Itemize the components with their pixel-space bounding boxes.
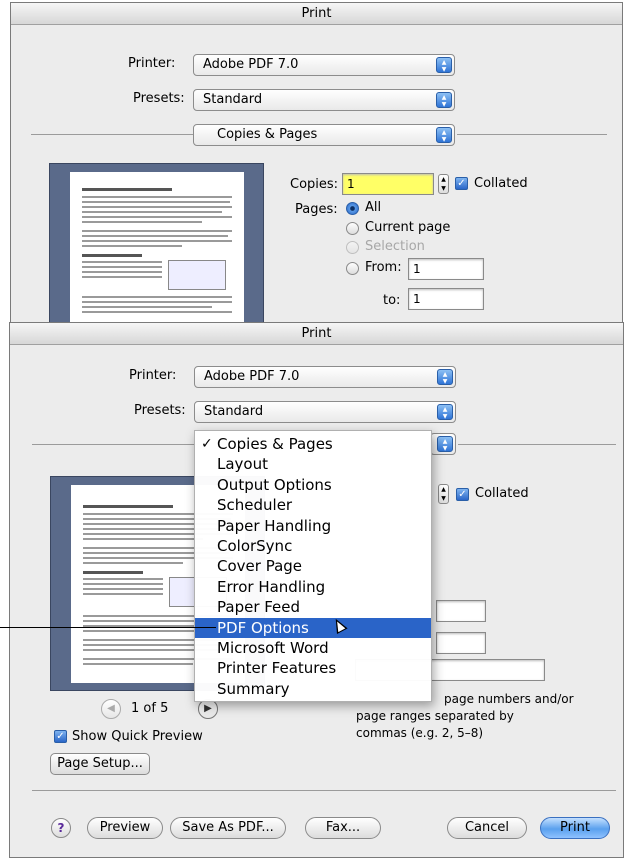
separator-right xyxy=(458,444,616,445)
show-quick-preview-label: Show Quick Preview xyxy=(72,729,203,744)
from-field[interactable] xyxy=(436,600,486,622)
save-as-pdf-button[interactable]: Save As PDF... xyxy=(170,817,286,839)
menu-item-label: Copies & Pages xyxy=(217,435,333,453)
preview-heading xyxy=(83,505,173,508)
menu-item[interactable]: Printer Features xyxy=(195,658,431,678)
popup-arrows-icon: ▲ ▼ xyxy=(437,369,453,385)
printer-popup[interactable]: Adobe PDF 7.0 ▲ ▼ xyxy=(193,54,455,76)
printer-label: Printer: xyxy=(129,368,177,383)
menu-item[interactable]: Paper Handling xyxy=(195,516,431,536)
copies-field[interactable]: 1 xyxy=(342,173,434,195)
hint-text-1: page numbers and/or xyxy=(444,692,574,706)
pages-all-radio[interactable] xyxy=(346,202,359,215)
pages-label: Pages: xyxy=(295,202,338,217)
previous-page-button[interactable]: ◀ xyxy=(101,699,121,719)
menu-item[interactable]: ✓ Copies & Pages xyxy=(195,434,431,454)
panel-popup[interactable]: Copies & Pages ▲ ▼ xyxy=(193,124,455,146)
collated-label: Collated xyxy=(474,176,528,191)
panel-popup[interactable]: ▲ ▼ xyxy=(430,433,456,455)
preview-heading xyxy=(82,188,172,191)
presets-label: Presets: xyxy=(134,403,186,418)
menu-item-label: Summary xyxy=(217,679,290,698)
hint-text-2: page ranges separated by xyxy=(356,709,514,723)
copies-stepper[interactable]: ▲ ▼ xyxy=(438,484,449,504)
cancel-button[interactable]: Cancel xyxy=(447,817,527,839)
menu-item[interactable]: ColorSync xyxy=(195,536,431,556)
menu-item[interactable]: Error Handling xyxy=(195,577,431,597)
to-label: to: xyxy=(383,293,401,308)
panel-popup-menu: ✓ Copies & Pages Layout Output Options Sched… xyxy=(194,430,432,702)
collated-label: Collated xyxy=(475,486,529,501)
menu-item-label: Layout xyxy=(217,455,268,474)
pages-from-radio[interactable] xyxy=(346,262,359,275)
from-field[interactable]: 1 xyxy=(408,258,484,280)
menu-item-label: Paper Feed xyxy=(217,598,301,617)
menu-item[interactable]: Summary xyxy=(195,679,431,699)
presets-label: Presets: xyxy=(133,91,185,106)
pages-current-radio[interactable] xyxy=(346,222,359,235)
preview-button[interactable]: Preview xyxy=(87,817,163,839)
presets-value: Standard xyxy=(203,92,263,107)
panel-value: Copies & Pages xyxy=(217,127,318,142)
separator-left xyxy=(31,134,195,135)
popup-arrows-icon: ▲ ▼ xyxy=(436,57,452,73)
printer-value: Adobe PDF 7.0 xyxy=(203,57,299,72)
popup-arrows-icon: ▲ ▼ xyxy=(437,436,453,452)
pages-from-label: From: xyxy=(365,260,402,275)
page-setup-button[interactable]: Page Setup... xyxy=(50,753,150,775)
presets-popup[interactable]: Standard ▲ ▼ xyxy=(193,89,455,111)
menu-item-label: ColorSync xyxy=(217,536,293,555)
separator-right xyxy=(457,134,607,135)
printer-label: Printer: xyxy=(128,56,176,71)
help-button[interactable]: ? xyxy=(51,818,71,838)
copies-label: Copies: xyxy=(290,177,339,192)
popup-arrows-icon: ▲ ▼ xyxy=(437,404,453,420)
menu-item[interactable]: Output Options xyxy=(195,475,431,495)
menu-item-label: Printer Features xyxy=(217,659,337,678)
copies-stepper[interactable]: ▲ ▼ xyxy=(438,174,449,194)
menu-item[interactable]: Microsoft Word xyxy=(195,638,431,658)
collated-checkbox[interactable]: ✓ xyxy=(456,488,469,501)
to-field[interactable] xyxy=(436,632,486,654)
menu-item[interactable]: PDF Options xyxy=(195,617,431,638)
fax-button[interactable]: Fax... xyxy=(305,817,381,839)
menu-item-label: Cover Page xyxy=(217,557,303,576)
window-title: Print xyxy=(11,3,622,25)
bottom-separator xyxy=(32,790,616,791)
popup-arrows-icon: ▲ ▼ xyxy=(436,92,452,108)
to-field[interactable]: 1 xyxy=(408,288,484,310)
menu-item[interactable]: Layout xyxy=(195,454,431,474)
menu-item-label: Error Handling xyxy=(217,577,326,596)
window-title: Print xyxy=(10,323,623,345)
menu-item-label: PDF Options xyxy=(217,618,309,637)
print-button[interactable]: Print xyxy=(540,817,610,839)
print-preview xyxy=(49,163,264,342)
next-page-button[interactable]: ▶ xyxy=(198,699,218,719)
separator-left xyxy=(32,444,196,445)
presets-value: Standard xyxy=(204,404,264,419)
checkmark-icon: ✓ xyxy=(201,436,213,452)
preview-page xyxy=(70,172,244,342)
printer-popup[interactable]: Adobe PDF 7.0 ▲ ▼ xyxy=(194,366,456,388)
menu-item[interactable]: Cover Page xyxy=(195,556,431,576)
collated-checkbox[interactable]: ✓ xyxy=(455,177,468,190)
presets-popup[interactable]: Standard ▲ ▼ xyxy=(194,401,456,423)
pages-current-label: Current page xyxy=(365,220,451,235)
pages-all-label: All xyxy=(365,200,382,215)
pages-selection-radio xyxy=(346,241,359,254)
hint-text-3: commas (e.g. 2, 5–8) xyxy=(356,726,484,740)
menu-item[interactable]: Paper Feed xyxy=(195,597,431,617)
menu-item-label: Paper Handling xyxy=(217,516,332,535)
menu-item-label: Scheduler xyxy=(217,496,293,515)
callout-line xyxy=(0,627,216,628)
menu-item-label: Output Options xyxy=(217,475,332,494)
menu-item[interactable]: Scheduler xyxy=(195,495,431,515)
popup-arrows-icon: ▲ ▼ xyxy=(436,127,452,143)
pages-selection-label: Selection xyxy=(365,239,425,254)
printer-value: Adobe PDF 7.0 xyxy=(204,369,300,384)
menu-item-label: Microsoft Word xyxy=(217,638,329,657)
show-quick-preview-checkbox[interactable]: ✓ xyxy=(54,730,67,743)
page-indicator: 1 of 5 xyxy=(131,701,169,716)
